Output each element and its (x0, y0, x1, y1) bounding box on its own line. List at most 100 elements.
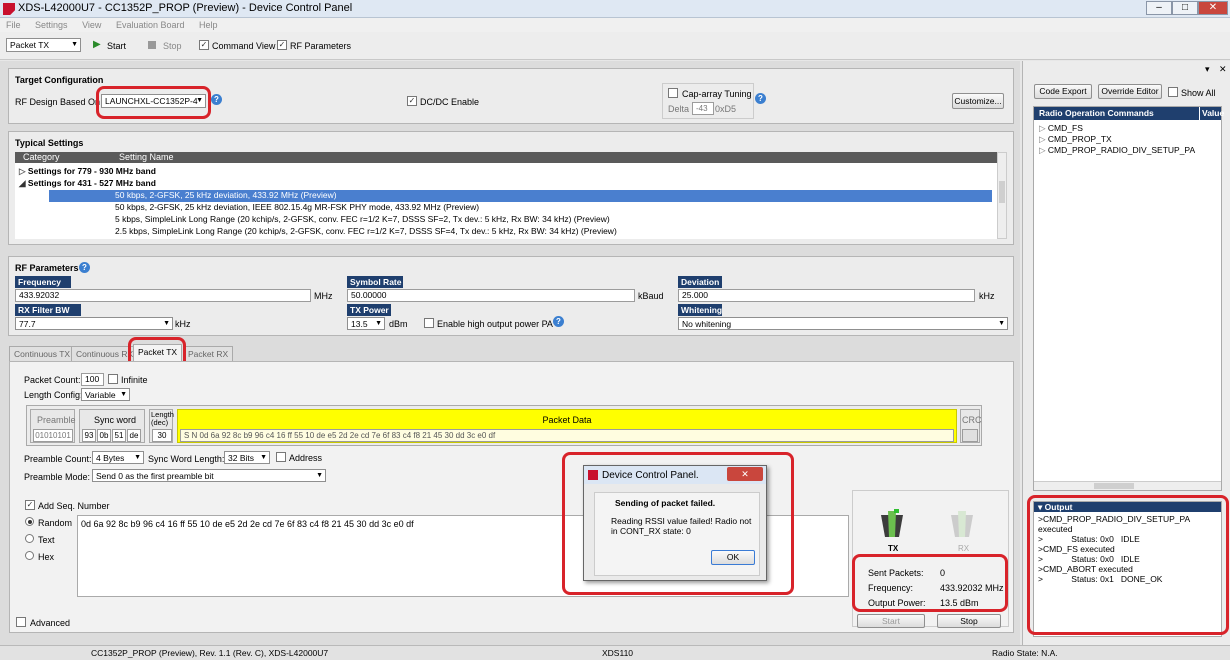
commands-tree: Radio Operation Commands Value ▷ CMD_FS … (1033, 106, 1224, 491)
address-checkbox[interactable] (276, 452, 286, 462)
random-radio[interactable] (25, 517, 34, 526)
customize-button[interactable]: Customize... (952, 93, 1004, 109)
settings-scrollbar[interactable] (997, 152, 1007, 239)
tab-continuous-tx[interactable]: Continuous TX (9, 346, 76, 361)
whitening-label: Whitening (678, 304, 722, 316)
packet-data-value[interactable]: S N 0d 6a 92 8c b9 96 c4 16 ff 55 10 de … (180, 429, 954, 442)
play-icon: ▶ (93, 39, 101, 50)
whitening-value: No whitening (682, 319, 732, 329)
code-export-button[interactable]: Code Export (1034, 84, 1092, 99)
dialog-close-button[interactable]: ✕ (727, 467, 763, 481)
symbol-rate-input[interactable]: 50.00000 (347, 289, 635, 302)
chevron-down-icon: ▼ (134, 454, 141, 461)
help-icon[interactable]: ? (755, 93, 766, 104)
group-431-527[interactable]: ◢ Settings for 431 - 527 MHz band (19, 178, 156, 190)
command-item[interactable]: ▷ CMD_PROP_TX (1039, 134, 1112, 145)
delta-input[interactable]: -43 (692, 102, 714, 115)
text-radio[interactable] (25, 534, 34, 543)
sync-byte[interactable]: de (127, 429, 141, 442)
expand-icon: ▷ (1039, 145, 1046, 155)
length-config-select[interactable]: Variable ▼ (81, 388, 130, 401)
maximize-button[interactable]: □ (1172, 1, 1198, 15)
commands-hscrollbar[interactable] (1034, 481, 1221, 490)
sync-byte[interactable]: 51 (112, 429, 126, 442)
chevron-down-icon: ▼ (316, 472, 323, 479)
status-radio-state: Radio State: N.A. (992, 648, 1058, 658)
rf-parameters-header: RF Parameters (15, 263, 79, 273)
rf-parameters-checkbox[interactable]: ✓ (277, 40, 287, 50)
start-button[interactable]: Start (857, 614, 925, 628)
rx-filter-bw-select[interactable]: 77.7 ▼ (15, 317, 173, 330)
scroll-thumb[interactable] (1094, 483, 1134, 489)
menu-settings[interactable]: Settings (35, 18, 68, 32)
whitening-select[interactable]: No whitening ▼ (678, 317, 1008, 330)
mode-select[interactable]: Packet TX ▼ (6, 38, 81, 52)
toolbar-start-button[interactable]: Start (107, 41, 126, 51)
scroll-thumb[interactable] (999, 181, 1005, 203)
col-value: Value (1199, 107, 1224, 120)
frequency-unit: MHz (314, 291, 333, 301)
packet-data-label: Packet Data (542, 415, 592, 425)
override-editor-button[interactable]: Override Editor (1098, 84, 1162, 99)
preamble-field: Preamble 01010101 (30, 409, 76, 443)
settings-row[interactable]: 50 kbps, 2-GFSK, 25 kHz deviation, IEEE … (115, 202, 479, 214)
command-item[interactable]: ▷ CMD_FS (1039, 123, 1083, 134)
command-item[interactable]: ▷ CMD_PROP_RADIO_DIV_SETUP_PA (1039, 145, 1195, 156)
menu-view[interactable]: View (82, 18, 101, 32)
menu-file[interactable]: File (6, 18, 21, 32)
tx-power-select[interactable]: 13.5 ▼ (347, 317, 385, 330)
group-label: Settings for 431 - 527 MHz band (27, 178, 156, 188)
command-view-checkbox[interactable]: ✓ (199, 40, 209, 50)
col-commands: Radio Operation Commands (1039, 108, 1154, 118)
settings-list: ▷ Settings for 779 - 930 MHz band ◢ Sett… (15, 163, 997, 239)
dcdc-checkbox[interactable]: ✓ (407, 96, 417, 106)
sync-byte[interactable]: 93 (82, 429, 96, 442)
dialog-ok-button[interactable]: OK (711, 550, 755, 565)
expand-icon: ▷ (1039, 123, 1046, 133)
infinite-label: Infinite (121, 375, 148, 385)
frequency-input[interactable]: 433.92032 (15, 289, 311, 302)
group-779-930[interactable]: ▷ Settings for 779 - 930 MHz band (19, 166, 156, 178)
sync-byte[interactable]: 0b (97, 429, 111, 442)
status-bar: CC1352P_PROP (Preview), Rev. 1.1 (Rev. C… (0, 645, 1230, 660)
add-seq-number-checkbox[interactable]: ✓ (25, 500, 35, 510)
settings-row[interactable]: 5 kbps, SimpleLink Long Range (20 kchip/… (115, 214, 610, 226)
crc-label: CRC (962, 415, 982, 425)
dialog-heading: Sending of packet failed. (615, 498, 716, 508)
toolbar-stop-button[interactable]: Stop (163, 41, 182, 51)
cap-array-checkbox[interactable] (668, 88, 678, 98)
settings-row[interactable]: 2.5 kbps, SimpleLink Long Range (20 kchi… (115, 226, 617, 238)
close-icon[interactable]: ✕ (1219, 64, 1227, 75)
deviation-input[interactable]: 25.000 (678, 289, 975, 302)
pin-icon[interactable]: ▾ (1205, 64, 1210, 75)
help-icon[interactable]: ? (79, 262, 90, 273)
typical-settings-panel: Typical Settings Category Setting Name ▷… (8, 131, 1014, 245)
frequency-label: Frequency (15, 276, 71, 288)
length-config-label: Length Config: (24, 390, 83, 400)
infinite-checkbox[interactable] (108, 374, 118, 384)
help-icon[interactable]: ? (211, 94, 222, 105)
stop-button[interactable]: Stop (937, 614, 1001, 628)
preamble-mode-select[interactable]: Send 0 as the first preamble bit ▼ (92, 469, 326, 482)
close-button[interactable]: ✕ (1198, 1, 1228, 15)
hex-radio[interactable] (25, 551, 34, 560)
tab-packet-rx[interactable]: Packet RX (183, 346, 234, 361)
help-icon[interactable]: ? (553, 316, 564, 327)
minimize-button[interactable]: – (1146, 1, 1172, 15)
sync-word-field: Sync word 93 0b 51 de (79, 409, 145, 443)
advanced-checkbox[interactable] (16, 617, 26, 627)
settings-row-selected[interactable]: 50 kbps, 2-GFSK, 25 kHz deviation, 433.9… (49, 190, 992, 202)
dcdc-label: DC/DC Enable (420, 97, 480, 107)
menu-evaluation-board[interactable]: Evaluation Board (116, 18, 185, 32)
title-bar: XDS-L42000U7 - CC1352P_PROP (Preview) - … (0, 0, 1230, 18)
length-value[interactable]: 30 (152, 429, 172, 442)
sync-word-length-select[interactable]: 32 Bits ▼ (224, 451, 270, 464)
high-pa-checkbox[interactable] (424, 318, 434, 328)
expand-icon: ▷ (19, 166, 26, 176)
preamble-count-select[interactable]: 4 Bytes ▼ (92, 451, 144, 464)
high-pa-label: Enable high output power PA (437, 319, 553, 329)
packet-count-input[interactable]: 100 (81, 373, 104, 386)
menu-help[interactable]: Help (199, 18, 218, 32)
show-all-checkbox[interactable] (1168, 87, 1178, 97)
preamble-value[interactable]: 01010101 (33, 429, 73, 442)
